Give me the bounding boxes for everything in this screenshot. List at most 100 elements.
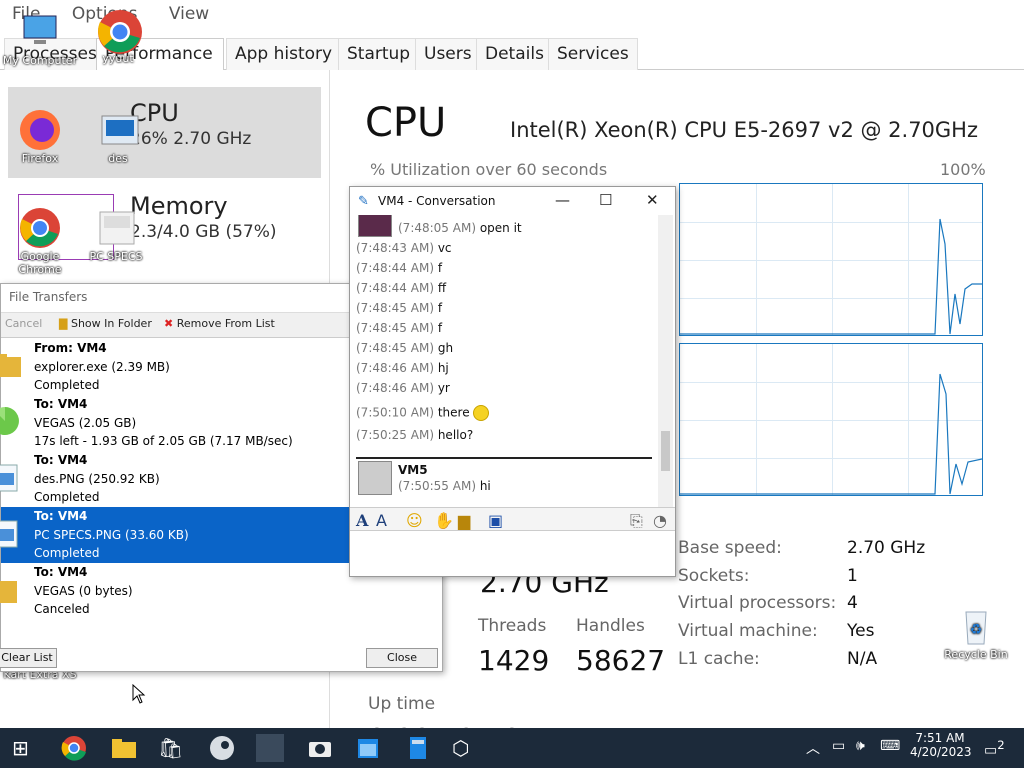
- transfer-file: VEGAS (0 bytes): [34, 584, 133, 598]
- desktop-icon-label: Google Chrome: [18, 250, 62, 276]
- desktop-icon-google-chrome[interactable]: Google Chrome: [0, 206, 80, 276]
- chat-message: (7:50:10 AM) there: [356, 405, 490, 421]
- desktop-icon-recycle-bin[interactable]: ♻ Recycle Bin: [936, 604, 1016, 661]
- store-icon[interactable]: 🛍: [158, 734, 186, 762]
- windows-start-icon[interactable]: ⊞: [12, 734, 40, 762]
- cancel-button[interactable]: Cancel: [5, 317, 42, 330]
- tab-app-history[interactable]: App history: [226, 38, 342, 70]
- tab-services[interactable]: Services: [548, 38, 638, 70]
- calendar-icon[interactable]: [354, 734, 382, 762]
- desktop-icon-yyuut[interactable]: yyuut: [78, 8, 158, 65]
- taskbar: ⊞ 🛍 ⬡ ︿ ▭ 🕪 ⌨ 7:51 AM 4/20/2023 ▭2: [0, 728, 1024, 768]
- transfer-file: VEGAS (2.05 GB): [34, 416, 137, 430]
- clock-time: 7:51 AM: [915, 731, 965, 745]
- camera-icon[interactable]: [306, 734, 334, 762]
- chat-message: (7:48:05 AM) open it: [398, 221, 522, 235]
- volume-icon[interactable]: 🕪: [856, 738, 865, 754]
- image-file-icon: [0, 517, 21, 549]
- close-button[interactable]: ✕: [646, 191, 659, 209]
- transfer-direction: To: VM4: [34, 509, 88, 523]
- transfer-status: Completed: [34, 378, 100, 392]
- image-file-icon: [96, 108, 140, 152]
- messenger-icon: ✎: [358, 194, 369, 209]
- mouse-cursor: [132, 684, 146, 704]
- messenger-taskbar-icon[interactable]: [256, 734, 284, 762]
- show-in-folder-button[interactable]: ▇ Show In Folder: [59, 317, 152, 330]
- avatar: [358, 461, 392, 495]
- save-icon[interactable]: ▣: [488, 511, 503, 530]
- insert-image-icon[interactable]: ⎘: [630, 511, 643, 531]
- steam-icon[interactable]: [208, 734, 236, 762]
- chrome-icon[interactable]: [60, 734, 88, 762]
- handles-label: Handles: [576, 616, 645, 636]
- 3d-viewer-icon[interactable]: ⬡: [452, 734, 480, 762]
- firefox-icon: [18, 108, 62, 152]
- scrollbar-thumb[interactable]: [661, 431, 670, 471]
- chat-message: (7:48:45 AM) f: [356, 301, 443, 315]
- utilization-label: % Utilization over 60 seconds: [370, 160, 608, 179]
- cpu-graph-2-line: [680, 373, 982, 495]
- remove-x-icon: ✖: [164, 317, 174, 330]
- send-file-icon[interactable]: ▆: [458, 511, 470, 530]
- folder-icon: [0, 349, 21, 381]
- notification-icon[interactable]: ▭2: [984, 738, 1005, 759]
- chat-message: (7:48:45 AM) gh: [356, 341, 454, 355]
- scrollbar[interactable]: [658, 215, 673, 507]
- message-history: (7:48:05 AM) open it (7:48:43 AM) vc (7:…: [350, 215, 675, 507]
- computer-icon: [18, 10, 62, 54]
- transfer-status: Completed: [34, 546, 100, 560]
- calculator-icon[interactable]: [404, 734, 432, 762]
- network-icon[interactable]: ▭: [832, 738, 845, 754]
- threads-label: Threads: [478, 616, 547, 636]
- folder-icon: [0, 573, 21, 605]
- show-in-folder-label: Show In Folder: [70, 317, 152, 330]
- tray-chevron-icon[interactable]: ︿: [806, 738, 820, 758]
- emoticon-icon[interactable]: ☺: [406, 511, 423, 530]
- divider: [356, 457, 652, 459]
- file-explorer-icon[interactable]: [110, 734, 138, 762]
- spec-value: 1: [847, 566, 858, 586]
- ime-icon[interactable]: ⌨: [880, 738, 900, 754]
- font-icon[interactable]: A: [356, 511, 368, 530]
- tab-users[interactable]: Users: [415, 38, 481, 70]
- clock[interactable]: 7:51 AM 4/20/2023: [910, 731, 972, 759]
- desktop-icon-pc-specs[interactable]: PC SPECS: [76, 206, 156, 263]
- transfer-direction: To: VM4: [34, 397, 88, 411]
- sender-name: VM5: [398, 463, 428, 477]
- desktop-icon-label: Recycle Bin: [944, 648, 1008, 661]
- spec-value: 4: [847, 593, 858, 613]
- folder-icon: ▇: [59, 317, 68, 330]
- tab-startup[interactable]: Startup: [338, 38, 420, 70]
- chat-message: (7:50:55 AM) hi: [398, 479, 491, 493]
- cpu-graph-1-line: [680, 218, 982, 335]
- remove-from-list-button[interactable]: ✖ Remove From List: [164, 317, 275, 330]
- transfer-status: Completed: [34, 490, 100, 504]
- desktop-icon-des[interactable]: des: [78, 108, 158, 165]
- svg-text:♻: ♻: [970, 622, 983, 638]
- desktop-icon-firefox[interactable]: Firefox: [0, 108, 80, 165]
- nudge-icon[interactable]: ✋: [434, 511, 454, 530]
- desktop-icon-label: PC SPECS: [89, 250, 143, 263]
- spec-key: Base speed:: [678, 538, 782, 558]
- image-file-icon: [0, 461, 21, 493]
- maximize-button[interactable]: ☐: [599, 191, 612, 209]
- cpu-model: Intel(R) Xeon(R) CPU E5-2697 v2 @ 2.70GH…: [510, 118, 978, 142]
- tab-details[interactable]: Details: [476, 38, 553, 70]
- cpu-graph-1: [679, 183, 983, 336]
- format-toolbar: A A ☺ ✋ ▆ ▣ ⎘ ◔: [350, 507, 675, 531]
- image-file-icon: [94, 206, 138, 250]
- transfer-direction: From: VM4: [34, 341, 107, 355]
- message-input[interactable]: [350, 532, 675, 576]
- transfer-direction: To: VM4: [34, 565, 88, 579]
- transfer-file: des.PNG (250.92 KB): [34, 472, 160, 486]
- clear-list-button[interactable]: Clear List: [0, 648, 57, 668]
- menu-view[interactable]: View: [169, 4, 209, 24]
- spec-value: Yes: [847, 621, 875, 641]
- spec-key: L1 cache:: [678, 649, 760, 669]
- close-button[interactable]: Close: [366, 648, 438, 668]
- font-color-icon[interactable]: A: [376, 511, 387, 530]
- history-icon[interactable]: ◔: [653, 511, 667, 530]
- desktop-icon-my-computer[interactable]: My Computer: [0, 10, 80, 67]
- minimize-button[interactable]: —: [555, 191, 570, 209]
- cpu-heading: CPU: [365, 100, 447, 146]
